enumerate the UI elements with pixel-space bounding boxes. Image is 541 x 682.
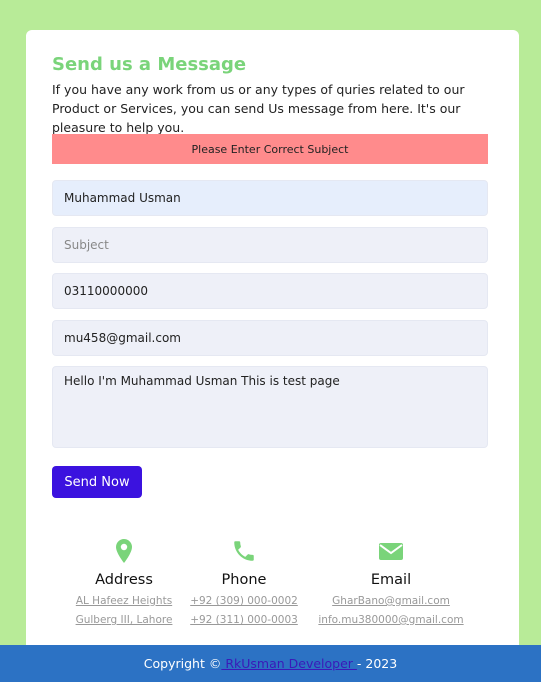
- phone-heading: Phone: [221, 572, 267, 588]
- copyright-prefix: Copyright ©: [143, 656, 222, 671]
- contact-card: Send us a Message If you have any work f…: [26, 30, 519, 660]
- address-line-1[interactable]: AL Hafeez Heights: [72, 592, 176, 611]
- phone-block: Phone +92 (309) 000-0002 +92 (311) 000-0…: [186, 538, 302, 630]
- name-input[interactable]: [52, 180, 488, 216]
- email-line-1[interactable]: GharBano@gmail.com: [312, 592, 470, 611]
- form-intro: If you have any work from us or any type…: [52, 82, 465, 135]
- address-heading: Address: [95, 572, 153, 588]
- email-heading: Email: [370, 572, 412, 588]
- subject-input[interactable]: [52, 227, 488, 263]
- address-block: Address AL Hafeez Heights Gulberg III, L…: [72, 538, 176, 630]
- footer: Copyright © RkUsman Developer - 2023: [0, 645, 541, 682]
- send-now-button[interactable]: Send Now: [52, 466, 142, 498]
- phone-icon: [186, 538, 302, 564]
- phone-line-1[interactable]: +92 (309) 000-0002: [186, 592, 302, 611]
- message-textarea[interactable]: Hello I'm Muhammad Usman This is test pa…: [52, 366, 488, 448]
- email-input[interactable]: [52, 320, 488, 356]
- address-line-2[interactable]: Gulberg III, Lahore: [72, 611, 176, 630]
- email-line-2[interactable]: info.mu380000@gmail.com: [312, 611, 470, 630]
- map-pin-icon: [72, 538, 176, 564]
- phone-input[interactable]: [52, 273, 488, 309]
- email-block: Email GharBano@gmail.com info.mu380000@g…: [312, 538, 470, 630]
- error-alert: Please Enter Correct Subject: [52, 134, 488, 164]
- developer-link[interactable]: RkUsman Developer: [221, 656, 357, 671]
- form-title: Send us a Message: [52, 54, 247, 75]
- copyright-year: - 2023: [356, 656, 398, 671]
- phone-line-2[interactable]: +92 (311) 000-0003: [186, 611, 302, 630]
- envelope-icon: [312, 538, 470, 564]
